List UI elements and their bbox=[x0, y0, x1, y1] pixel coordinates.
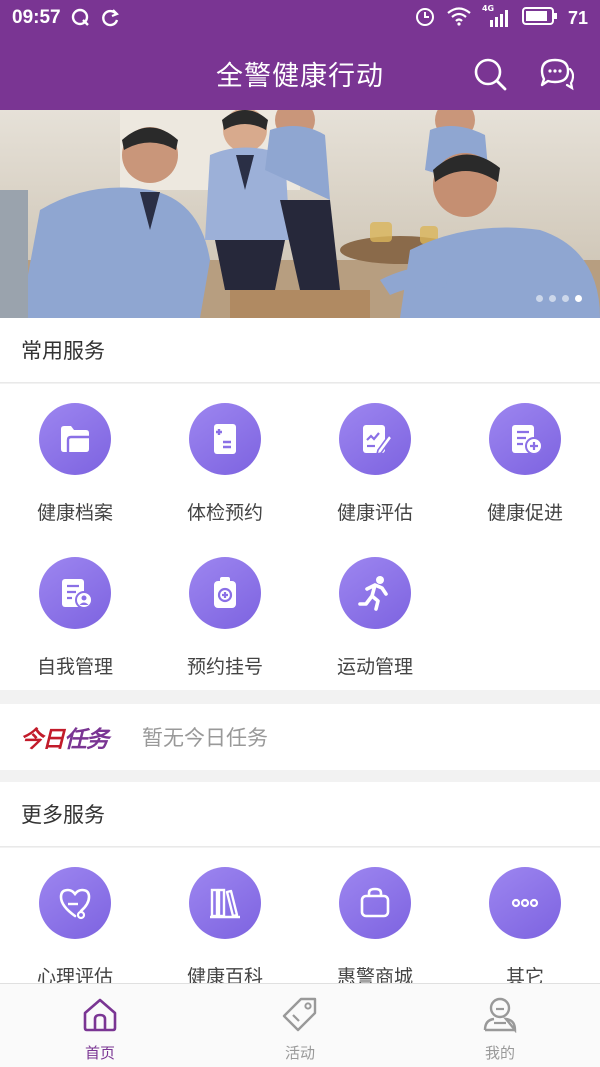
books-icon bbox=[189, 867, 261, 939]
service-other[interactable]: 其它 bbox=[450, 867, 600, 983]
battery-level: 71 bbox=[567, 7, 588, 28]
service-exercise-management[interactable]: 运动管理 bbox=[300, 557, 450, 707]
service-psych-assessment[interactable]: 心理评估 bbox=[0, 867, 150, 983]
carousel-dot[interactable] bbox=[562, 295, 569, 302]
document-plus-icon bbox=[489, 403, 561, 475]
service-health-promotion[interactable]: 健康促进 bbox=[450, 403, 600, 553]
tab-label: 我的 bbox=[484, 1044, 515, 1062]
service-health-assessment[interactable]: 健康评估 bbox=[300, 403, 450, 553]
running-icon bbox=[339, 557, 411, 629]
carousel-dot-active[interactable] bbox=[575, 295, 582, 302]
carousel-dot[interactable] bbox=[549, 295, 556, 302]
tab-label: 活动 bbox=[284, 1044, 315, 1062]
service-label: 其它 bbox=[505, 966, 544, 983]
page-title: 全警健康行动 bbox=[216, 60, 384, 92]
today-task-bar[interactable]: 今日任务 暂无今日任务 bbox=[0, 704, 600, 770]
today-task-message: 暂无今日任务 bbox=[142, 726, 268, 750]
more-services-grid: 心理评估 健康百科 惠警商城 其它 bbox=[0, 848, 600, 983]
shopping-bag-icon bbox=[339, 867, 411, 939]
today-task-logo-part2: 任务 bbox=[64, 726, 109, 753]
home-icon bbox=[80, 994, 120, 1034]
tag-icon bbox=[280, 994, 320, 1034]
service-label: 自我管理 bbox=[36, 656, 113, 678]
clipboard-plus-icon bbox=[189, 403, 261, 475]
service-self-management[interactable]: 自我管理 bbox=[0, 557, 150, 707]
service-label: 预约挂号 bbox=[186, 656, 263, 678]
alarm-icon bbox=[414, 5, 436, 32]
carousel-indicator bbox=[536, 295, 582, 302]
service-health-record[interactable]: 健康档案 bbox=[0, 403, 150, 553]
service-label: 体检预约 bbox=[186, 502, 263, 524]
tab-activity[interactable]: 活动 bbox=[200, 984, 400, 1067]
service-appointment-registration[interactable]: 预约挂号 bbox=[150, 557, 300, 707]
edit-document-icon bbox=[339, 403, 411, 475]
tab-home[interactable]: 首页 bbox=[0, 984, 200, 1067]
more-services-title: 更多服务 bbox=[21, 803, 105, 827]
banner-photo bbox=[0, 110, 600, 318]
battery-icon bbox=[521, 6, 558, 30]
service-label: 健康档案 bbox=[36, 502, 113, 524]
user-icon bbox=[480, 994, 520, 1034]
tab-label: 首页 bbox=[84, 1044, 115, 1062]
banner-carousel[interactable] bbox=[0, 110, 600, 318]
bottom-tab-bar: 首页 活动 我的 bbox=[0, 983, 600, 1067]
service-label: 健康百科 bbox=[186, 966, 263, 983]
service-health-encyclopedia[interactable]: 健康百科 bbox=[150, 867, 300, 983]
signal-icon: 4G bbox=[482, 4, 512, 28]
today-task-logo-part1: 今日 bbox=[20, 726, 65, 753]
today-task-logo: 今日任务 bbox=[20, 720, 109, 754]
service-label: 健康促进 bbox=[486, 502, 563, 524]
more-services-header: 更多服务 bbox=[0, 782, 600, 847]
folder-icon bbox=[39, 403, 111, 475]
wifi-icon bbox=[446, 6, 472, 31]
heart-stethoscope-icon bbox=[39, 867, 111, 939]
search-icon[interactable] bbox=[472, 56, 508, 92]
network-type: 4G bbox=[481, 4, 495, 13]
common-services-title: 常用服务 bbox=[21, 339, 105, 363]
service-checkup-booking[interactable]: 体检预约 bbox=[150, 403, 300, 553]
sync-icon bbox=[99, 7, 121, 29]
service-label: 心理评估 bbox=[36, 966, 113, 983]
service-label: 健康评估 bbox=[336, 502, 413, 524]
tab-mine[interactable]: 我的 bbox=[400, 984, 600, 1067]
medical-bag-icon bbox=[189, 557, 261, 629]
service-label: 惠警商城 bbox=[336, 966, 413, 983]
service-label: 运动管理 bbox=[336, 656, 413, 678]
message-icon[interactable] bbox=[538, 56, 574, 92]
service-police-mall[interactable]: 惠警商城 bbox=[300, 867, 450, 983]
document-user-icon bbox=[39, 557, 111, 629]
q-notification-icon bbox=[71, 8, 91, 28]
common-services-grid: 健康档案 体检预约 健康评估 健康促进 自我管理 预约挂号 运动管理 bbox=[0, 384, 600, 690]
more-dots-icon bbox=[489, 867, 561, 939]
status-bar: 09:57 4G 71 bbox=[0, 0, 600, 36]
status-time: 09:57 bbox=[12, 7, 61, 28]
common-services-header: 常用服务 bbox=[0, 318, 600, 383]
carousel-dot[interactable] bbox=[536, 295, 543, 302]
app-header: 全警健康行动 bbox=[0, 36, 600, 110]
